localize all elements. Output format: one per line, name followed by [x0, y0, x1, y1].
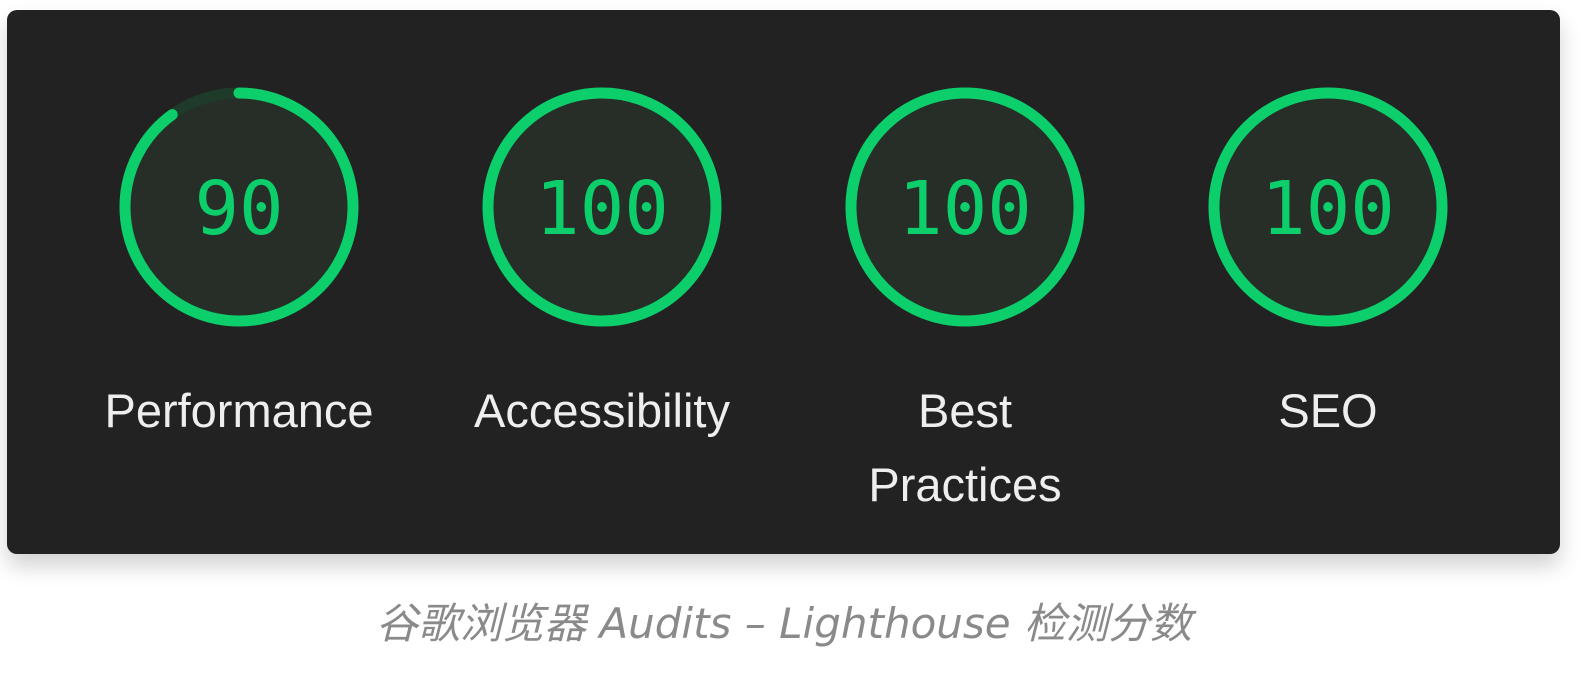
gauge-ring-accessibility: 100 — [482, 87, 722, 327]
gauge-label: Performance — [104, 384, 374, 437]
gauge-ring-best-practices: 100 — [845, 87, 1085, 327]
gauge-seo[interactable]: 100 SEO — [1158, 84, 1498, 448]
gauge-ring-performance: 90 — [119, 87, 359, 327]
gauge-label: Best Practices — [868, 384, 1062, 511]
gauge-best-practices[interactable]: 100 Best Practices — [795, 84, 1135, 522]
gauge-accessibility[interactable]: 100 Accessibility — [432, 84, 772, 448]
gauge-performance[interactable]: 90 Performance — [69, 84, 409, 448]
gauge-label: SEO — [1278, 384, 1378, 437]
gauge-ring-seo: 100 — [1208, 87, 1448, 327]
gauge-score: 100 — [898, 166, 1032, 252]
gauge-score: 100 — [1261, 166, 1395, 252]
gauge-score: 90 — [194, 166, 283, 252]
gauge-score: 100 — [535, 166, 669, 252]
audit-scores-panel: 90 Performance 100 Accessibility 100 Best Pra… — [7, 10, 1560, 554]
gauge-label: Accessibility — [474, 384, 730, 437]
gauges-row: 90 Performance 100 Accessibility 100 Best Pra… — [7, 10, 1560, 554]
image-caption: 谷歌浏览器 Audits – Lighthouse 检测分数 — [376, 599, 1192, 648]
